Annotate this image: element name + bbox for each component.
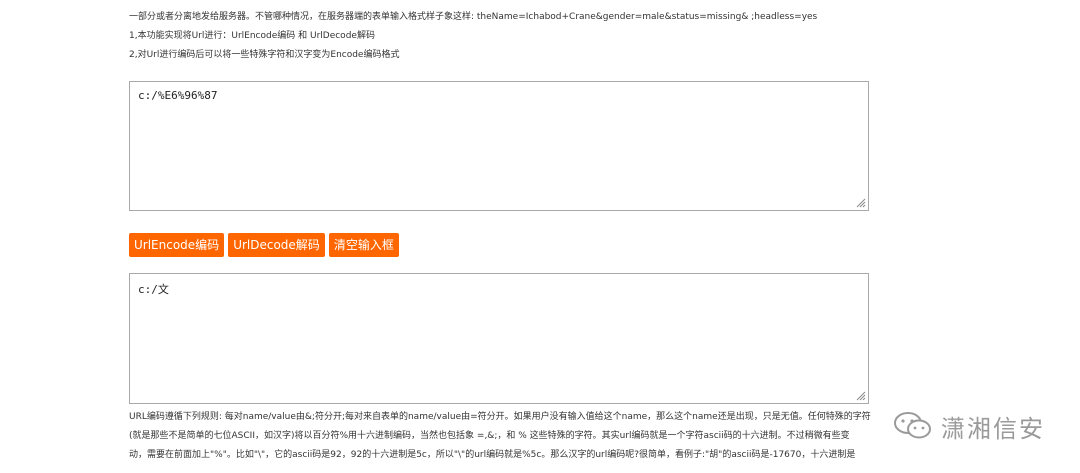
page: 一部分或者分离地发给服务器。不管哪种情况，在服务器端的表单输入格式样子象这样: … — [0, 0, 1080, 473]
intro-line-3: 2,对Url进行编码后可以将一些特殊字符和汉字变为Encode编码格式 — [129, 50, 400, 60]
resize-handle-icon[interactable] — [856, 198, 866, 208]
urldecode-button[interactable]: UrlDecode解码 — [228, 233, 325, 257]
urlencode-button[interactable]: UrlEncode编码 — [129, 233, 225, 257]
intro-line-2: 1,本功能实现将Url进行：UrlEncode编码 和 UrlDecode解码 — [129, 31, 375, 41]
intro-text: 一部分或者分离地发给服务器。不管哪种情况，在服务器端的表单输入格式样子象这样: … — [129, 8, 889, 65]
rules-line-2: (就是那些不是简单的七位ASCII，如汉字)将以百分符%用十六进制编码，当然也包… — [129, 431, 850, 441]
encoding-rules-text: URL编码遵循下列规则: 每对name/value由&;符分开;每对来自表单的n… — [129, 408, 881, 465]
intro-line-1: 一部分或者分离地发给服务器。不管哪种情况，在服务器端的表单输入格式样子象这样: … — [129, 12, 818, 22]
url-input-textarea[interactable]: c:/%E6%96%87 — [129, 81, 869, 211]
resize-handle-icon[interactable] — [856, 391, 866, 401]
wechat-icon — [894, 412, 931, 439]
watermark: 潇湘信安 — [893, 406, 1045, 446]
url-output-textarea[interactable]: c:/文 — [129, 273, 869, 404]
rules-line-3: 动，需要在前面加上"%"。比如"\"，它的ascii码是92，92的十六进制是5… — [129, 450, 856, 460]
rules-line-1: URL编码遵循下列规则: 每对name/value由&;符分开;每对来自表单的n… — [129, 412, 871, 422]
url-input-value: c:/%E6%96%87 — [138, 89, 218, 102]
action-buttons: UrlEncode编码 UrlDecode解码 清空输入框 — [129, 233, 399, 257]
clear-input-button[interactable]: 清空输入框 — [328, 233, 399, 257]
url-output-value: c:/文 — [138, 283, 169, 296]
watermark-text: 潇湘信安 — [941, 414, 1045, 443]
